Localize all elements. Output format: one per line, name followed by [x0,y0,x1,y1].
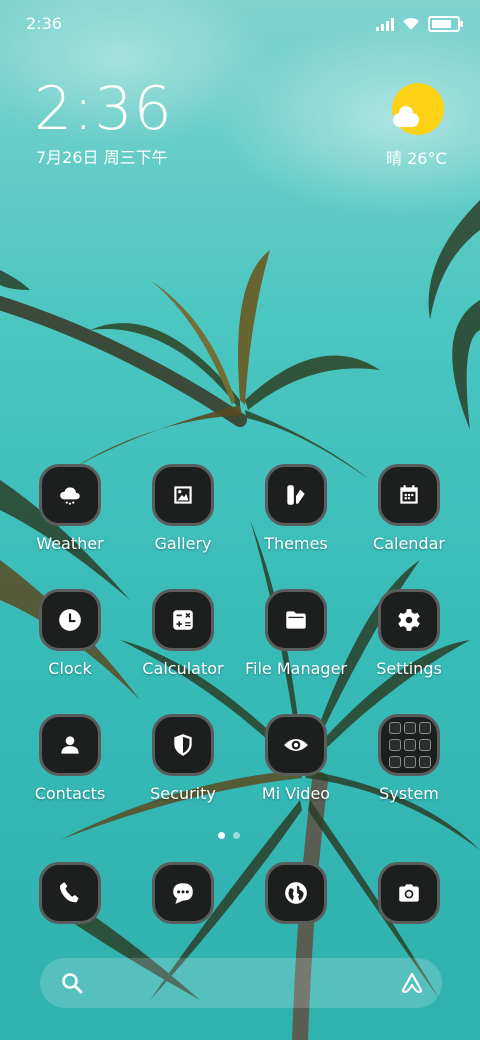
app-label: Mi Video [261,784,331,803]
home-screen: 2:36 2:36 7月26日 周三下午 晴 26°C Weather Gall… [0,0,480,1040]
shield-icon [152,714,214,776]
folder-icon [265,589,327,651]
search-bar[interactable] [40,958,442,1008]
app-settings[interactable]: Settings [349,589,469,678]
cloud-icon [393,106,419,127]
gallery-icon [152,464,214,526]
assistant-icon[interactable] [400,971,424,995]
battery-icon [428,16,463,32]
app-system-folder[interactable]: System [349,714,469,803]
dock-browser[interactable] [236,862,356,924]
app-contacts[interactable]: Contacts [10,714,130,803]
folder-grid-icon [378,714,440,776]
app-gallery[interactable]: Gallery [123,464,243,553]
status-icons [376,16,463,32]
app-themes[interactable]: Themes [236,464,356,553]
weather-cloud-icon [39,464,101,526]
app-label: System [379,784,439,803]
page-indicator [218,832,240,839]
app-label: File Manager [245,659,347,678]
message-icon [152,862,214,924]
app-clock[interactable]: Clock [10,589,130,678]
calculator-icon [152,589,214,651]
dock-messages[interactable] [123,862,243,924]
app-file-manager[interactable]: File Manager [236,589,356,678]
calendar-icon [378,464,440,526]
app-label: Calculator [142,659,224,678]
app-calendar[interactable]: Calendar [349,464,469,553]
app-label: Calendar [373,534,445,553]
dock-camera[interactable] [349,862,469,924]
eye-icon [265,714,327,776]
search-icon[interactable] [60,971,84,995]
app-security[interactable]: Security [123,714,243,803]
signal-icon [376,17,394,31]
globe-icon [265,862,327,924]
clock-icon [39,589,101,651]
battery-level [432,20,451,28]
wifi-icon [403,18,419,30]
app-calculator[interactable]: Calculator [123,589,243,678]
clock-widget-time[interactable]: 2:36 [34,74,173,144]
app-label: Gallery [154,534,212,553]
app-label: Contacts [34,784,106,803]
person-icon [39,714,101,776]
page-dot [233,832,240,839]
clock-widget-date[interactable]: 7月26日 周三下午 [36,144,168,168]
app-label: Themes [264,534,328,553]
page-dot-active [218,832,225,839]
status-bar: 2:36 [26,14,463,38]
phone-icon [39,862,101,924]
app-label: Security [150,784,216,803]
dock-phone[interactable] [10,862,130,924]
camera-icon [378,862,440,924]
weather-widget-text: 晴 26°C [386,149,447,168]
app-label: Weather [36,534,104,553]
themes-brush-icon [265,464,327,526]
app-mi-video[interactable]: Mi Video [236,714,356,803]
app-weather[interactable]: Weather [10,464,130,553]
status-time: 2:36 [26,14,62,33]
app-label: Clock [48,659,92,678]
app-label: Settings [376,659,442,678]
gear-icon [378,589,440,651]
